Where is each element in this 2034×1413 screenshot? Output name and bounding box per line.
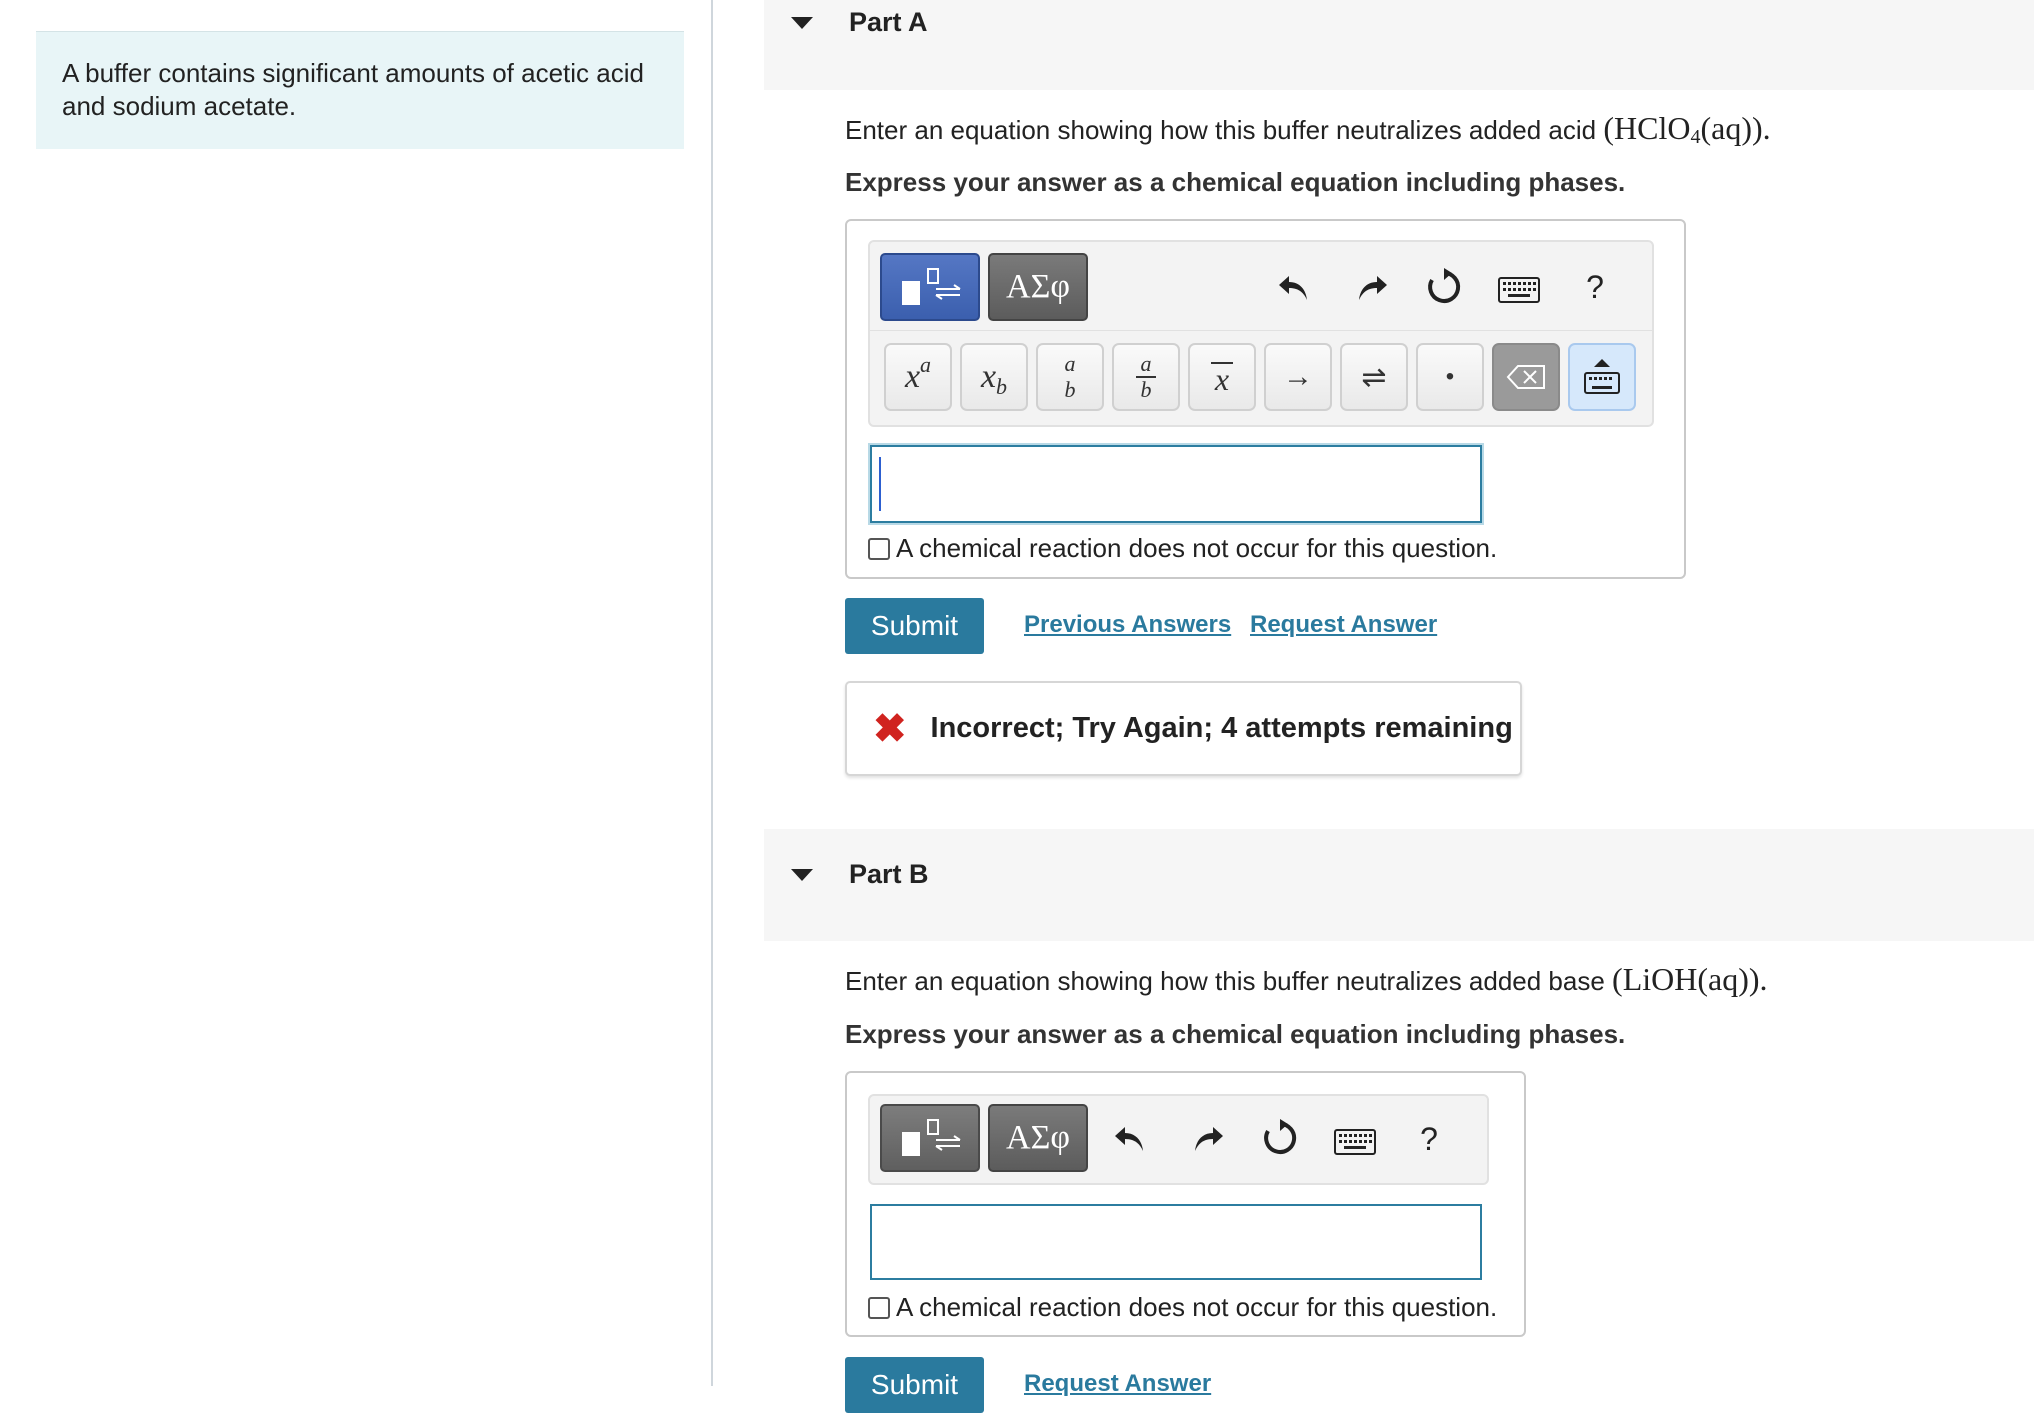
fraction-key[interactable]: ab [1036,343,1104,411]
reaction-arrow-key[interactable]: → [1264,343,1332,411]
part-b-prompt: Enter an equation showing how this buffe… [845,961,1768,998]
part-a-prompt-formula: (HClO4(aq)). [1603,110,1771,148]
key-glyph: x [904,358,921,395]
problem-text-line-2: and sodium acetate. [62,91,297,121]
keyboard-toggle-icon [1584,359,1620,394]
greek-symbols-button[interactable]: ΑΣφ [988,1104,1088,1172]
show-keyboard-key[interactable] [1568,343,1636,411]
column-divider [711,0,713,1386]
part-b-title[interactable]: Part B [849,859,929,890]
template-icon [902,268,961,305]
templates-button[interactable] [880,253,980,321]
part-a-instruction: Express your answer as a chemical equati… [845,167,1626,197]
toolbar-separator [870,330,1652,331]
part-b-prompt-formula: (LiOH(aq)). [1612,961,1768,997]
feedback-box: ✖ Incorrect; Try Again; 4 attempts remai… [845,681,1522,776]
part-a-equation-input[interactable] [870,445,1482,523]
key-glyph: a [1064,351,1076,376]
part-a-prompt-text: Enter an equation showing how this buffe… [845,115,1604,145]
part-b-no-reaction-row[interactable]: A chemical reaction does not occur for t… [868,1292,1497,1323]
part-a-title[interactable]: Part A [849,7,928,38]
key-glyph: b [1064,377,1076,402]
close-x-icon: ✖ [873,706,907,751]
caret-down-icon[interactable] [791,869,813,881]
part-a-no-reaction-label[interactable]: A chemical reaction does not occur for t… [896,533,1497,564]
key-glyph: b [996,374,1008,399]
overline-key[interactable]: x [1188,343,1256,411]
subscript-key[interactable]: xb [960,343,1028,411]
key-glyph: x [980,358,997,395]
help-icon[interactable]: ? [1580,264,1610,310]
backspace-icon [1506,365,1545,389]
formula-subscript: 4 [1690,126,1701,148]
part-b-equation-input[interactable] [870,1204,1482,1280]
redo-icon[interactable] [1350,263,1394,311]
text-cursor [879,457,881,511]
templates-button[interactable] [880,1104,980,1172]
part-b-instruction: Express your answer as a chemical equati… [845,1019,1626,1049]
superscript-key[interactable]: xa [884,343,952,411]
problem-statement-text: A buffer contains significant amounts of… [62,57,662,123]
redo-icon[interactable] [1186,1114,1230,1162]
part-b-request-answer-link[interactable]: Request Answer [1024,1370,1211,1398]
part-a-no-reaction-checkbox[interactable] [868,537,890,560]
reset-icon[interactable] [1422,263,1466,311]
dot-key[interactable]: • [1416,343,1484,411]
problem-text-line-1: A buffer contains significant amounts of… [62,58,644,88]
request-answer-link[interactable]: Request Answer [1250,611,1437,639]
backspace-key[interactable] [1492,343,1560,411]
reset-icon[interactable] [1258,1114,1302,1162]
formula-part: (aq)). [1700,110,1771,146]
part-b-submit-button[interactable]: Submit [845,1357,984,1413]
part-b-prompt-text: Enter an equation showing how this buffe… [845,966,1613,996]
undo-icon[interactable] [1108,1114,1152,1162]
part-a-header[interactable] [764,0,2034,90]
caret-down-icon[interactable] [791,17,813,29]
part-a-prompt: Enter an equation showing how this buffe… [845,110,1771,147]
mixed-fraction-key[interactable]: ab [1112,343,1180,411]
key-glyph: x [1214,361,1230,397]
help-icon[interactable]: ? [1414,1116,1444,1162]
template-icon [902,1119,961,1156]
greek-symbols-button[interactable]: ΑΣφ [988,253,1088,321]
part-b-header[interactable] [764,829,2034,941]
key-glyph: a [1140,351,1152,376]
part-a-submit-button[interactable]: Submit [845,598,984,654]
key-glyph: a [920,352,932,377]
keyboard-icon[interactable] [1332,1122,1378,1162]
equilibrium-arrow-key[interactable]: ⇌ [1340,343,1408,411]
formula-part: (HClO [1603,110,1691,146]
key-glyph: b [1140,377,1152,402]
part-a-no-reaction-row[interactable]: A chemical reaction does not occur for t… [868,533,1497,564]
previous-answers-link[interactable]: Previous Answers [1024,611,1231,639]
undo-icon[interactable] [1272,263,1316,311]
feedback-message: Incorrect; Try Again; 4 attempts remaini… [930,712,1513,744]
keyboard-icon[interactable] [1496,270,1542,310]
part-b-no-reaction-label[interactable]: A chemical reaction does not occur for t… [896,1292,1497,1323]
part-b-no-reaction-checkbox[interactable] [868,1296,890,1319]
